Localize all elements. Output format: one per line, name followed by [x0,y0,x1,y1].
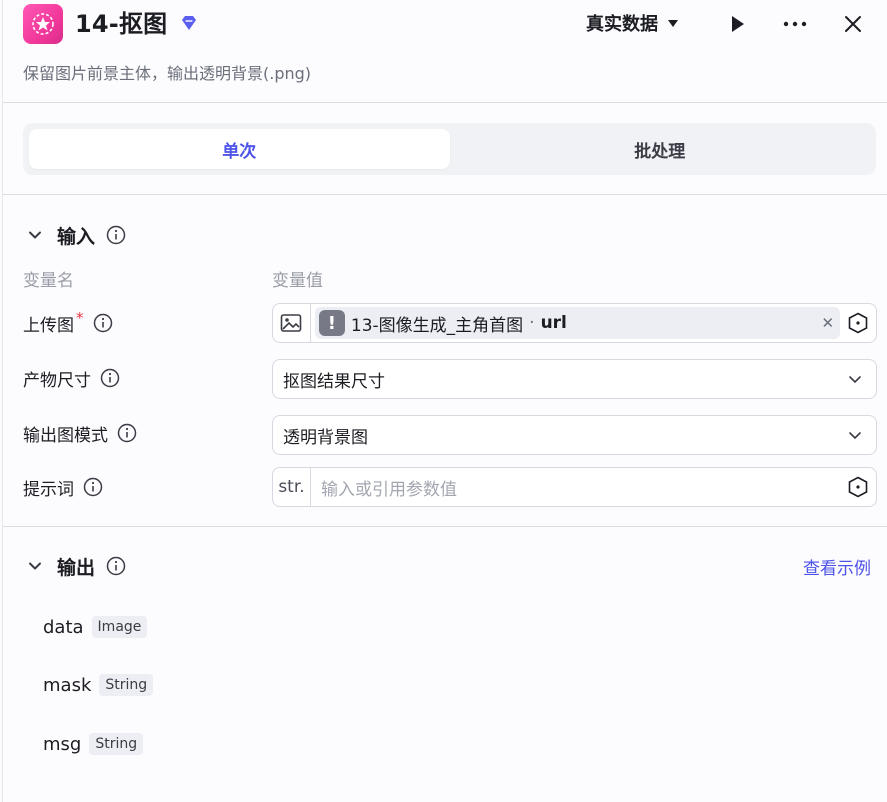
info-icon[interactable] [116,422,138,444]
field-label-prompt: 提示词 [23,474,104,500]
variable-icon[interactable] [840,468,876,506]
chip-close-icon[interactable]: ✕ [822,314,835,332]
output-name: msg [43,733,82,755]
col-name-label: 变量名 [23,271,74,291]
info-icon[interactable] [92,312,114,334]
ref-source: 13-图像生成_主角首图 [350,315,524,336]
field-label-output-size: 产物尺寸 [23,365,121,391]
reference-chip[interactable]: ! 13-图像生成_主角首图 · url ✕ [314,307,841,339]
view-example-link[interactable]: 查看示例 [803,554,871,579]
header-divider [3,102,887,103]
app-logo-icon [23,4,63,44]
caret-down-icon [666,12,680,38]
chevron-down-icon [846,370,864,388]
chevron-down-icon [846,426,864,444]
output-size-value: 抠图结果尺寸 [283,371,385,392]
ref-field: url [540,313,567,333]
output-name: data [43,616,84,638]
output-mode-value: 透明背景图 [283,427,368,448]
output-name: mask [43,674,92,696]
ref-separator: · [529,313,535,333]
info-icon[interactable] [82,476,104,498]
chevron-down-icon[interactable] [23,223,47,247]
info-icon[interactable] [99,367,121,389]
info-icon[interactable] [105,555,127,577]
tab-single[interactable]: 单次 [29,129,450,169]
tabs-divider [3,194,887,195]
input-section-header: 输入 [23,221,127,249]
play-icon[interactable] [723,10,751,38]
type-prefix: str. [273,468,311,506]
output-item: mask String [43,674,154,696]
prompt-input[interactable]: str. 输入或引用参数值 [272,467,877,507]
field-label-upload-image: 上传图 * [23,309,114,336]
output-item: data Image [43,616,148,638]
premium-badge-icon [179,14,199,34]
more-icon[interactable] [781,10,809,38]
output-mode-select[interactable]: 透明背景图 [272,415,877,455]
output-section-header: 输出 [23,552,127,580]
chevron-down-icon[interactable] [23,554,47,578]
output-size-select[interactable]: 抠图结果尺寸 [272,359,877,399]
warning-icon: ! [318,310,345,336]
node-title: 14-抠图 [75,10,168,38]
tab-batch[interactable]: 批处理 [450,129,871,169]
node-description: 保留图片前景主体，输出透明背景(.png) [23,64,312,83]
col-value-label: 变量值 [272,271,323,291]
info-icon[interactable] [105,224,127,246]
output-type-tag: Image [91,616,148,638]
node-panel: 14-抠图 真实数据 保留图片前景主体，输出透明背景(.png) 单次 批处理 … [2,0,887,802]
upload-image-field[interactable]: ! 13-图像生成_主角首图 · url ✕ [272,303,877,343]
input-divider [3,526,887,527]
panel-header: 14-抠图 真实数据 保留图片前景主体，输出透明背景(.png) [3,0,887,104]
required-asterisk: * [76,309,84,327]
output-item: msg String [43,733,144,755]
data-mode-dropdown[interactable]: 真实数据 [586,12,680,38]
output-type-tag: String [89,733,144,755]
input-section-title: 输入 [57,225,96,248]
image-icon [273,304,311,342]
close-icon[interactable] [839,10,867,38]
output-type-tag: String [99,674,154,696]
variable-icon[interactable] [840,304,876,342]
field-label-output-mode: 输出图模式 [23,420,138,446]
data-mode-label: 真实数据 [586,14,658,35]
output-section-title: 输出 [57,556,96,579]
prompt-placeholder: 输入或引用参数值 [321,479,457,500]
run-mode-tabs: 单次 批处理 [23,123,876,175]
